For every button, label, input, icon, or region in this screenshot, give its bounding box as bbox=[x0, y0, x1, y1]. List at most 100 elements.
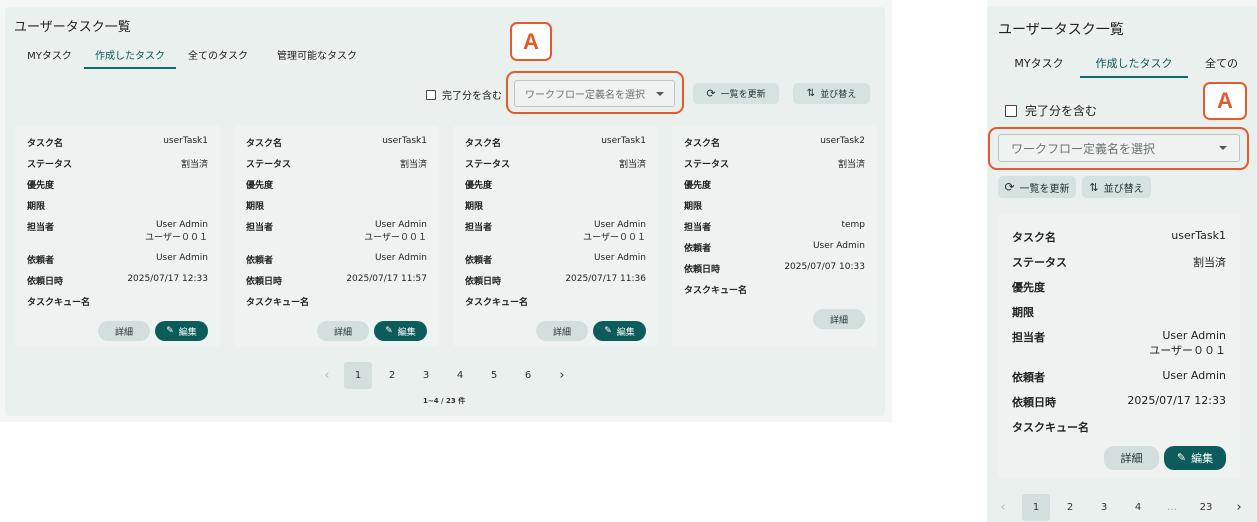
field-value: 割当済 bbox=[180, 160, 208, 170]
mobile-tab-all-tasks[interactable]: 全ての bbox=[1188, 55, 1257, 71]
field-row-requester: 依頼者 User Admin bbox=[1012, 369, 1226, 385]
field-value: User Admin ユーザー００１ bbox=[145, 220, 208, 243]
sort-button[interactable]: ⇅ 並び替え bbox=[793, 83, 870, 104]
field-row-requested-at: 依頼日時 2025/07/17 12:33 bbox=[1012, 394, 1226, 410]
field-value: 2025/07/17 12:33 bbox=[1127, 393, 1226, 407]
field-row-requested-at: 依頼日時 2025/07/17 11:36 bbox=[465, 274, 646, 287]
field-value: User Admin bbox=[593, 253, 646, 264]
mobile-refresh-list-button[interactable]: ⟳ 一覧を更新 bbox=[998, 176, 1076, 198]
mobile-prev-page-button[interactable]: ‹ bbox=[987, 494, 1019, 521]
task-card-body: タスク名 userTask1 ステータス 割当済 優先度 期限 担当者 User Admin ユ… bbox=[1012, 214, 1226, 478]
page-2[interactable]: 2 bbox=[375, 362, 409, 389]
mobile-page-2[interactable]: 2 bbox=[1053, 494, 1087, 521]
task-card-body: タスク名 userTask2 ステータス 割当済 優先度 期限 担当者 temp 依頼者 User… bbox=[684, 125, 865, 347]
tab-my-tasks[interactable]: MYタスク bbox=[15, 47, 84, 62]
desktop-view: ユーザータスク一覧 MYタスク 作成したタスク 全てのタスク 管理可能なタスク … bbox=[0, 0, 892, 422]
tab-manageable-tasks[interactable]: 管理可能なタスク bbox=[260, 47, 374, 62]
page-1[interactable]: 1 bbox=[344, 362, 372, 389]
edit-button[interactable]: ✎ 編集 bbox=[155, 321, 208, 342]
field-row-requester: 依頼者 User Admin bbox=[465, 253, 646, 266]
field-value: userTask1 bbox=[601, 136, 646, 146]
detail-button[interactable]: 詳細 bbox=[536, 321, 588, 342]
prev-page-button[interactable]: ‹ bbox=[313, 362, 341, 389]
field-value: 2025/07/07 10:33 bbox=[784, 262, 865, 272]
field-label: 期限 bbox=[465, 202, 484, 212]
field-label: タスクキュー名 bbox=[246, 298, 310, 309]
assignee-name: ユーザー００１ bbox=[1149, 344, 1226, 357]
refresh-icon: ⟳ bbox=[1004, 180, 1015, 194]
field-label: タスクキュー名 bbox=[27, 298, 91, 309]
field-value: User Admin bbox=[374, 253, 427, 264]
field-value: 割当済 bbox=[1193, 256, 1226, 269]
field-value: User Admin ユーザー００１ bbox=[364, 220, 427, 243]
pencil-icon: ✎ bbox=[1176, 451, 1187, 464]
detail-button[interactable]: 詳細 bbox=[317, 321, 369, 342]
edit-button[interactable]: ✎ 編集 bbox=[593, 321, 646, 342]
mobile-page-ellipsis: … bbox=[1167, 502, 1177, 513]
field-row-status: ステータス 割当済 bbox=[465, 157, 646, 170]
checkbox-icon[interactable] bbox=[1005, 104, 1017, 117]
field-label: タスク名 bbox=[246, 139, 283, 149]
field-label: 優先度 bbox=[27, 181, 55, 191]
field-label: ステータス bbox=[27, 160, 73, 170]
field-label: 依頼日時 bbox=[465, 277, 502, 288]
field-row-priority: 優先度 bbox=[684, 178, 865, 191]
field-label: 期限 bbox=[684, 202, 703, 212]
field-row-task-name: タスク名 userTask1 bbox=[465, 136, 646, 149]
detail-button[interactable]: 詳細 bbox=[813, 309, 865, 329]
tab-all-tasks[interactable]: 全てのタスク bbox=[176, 47, 260, 62]
page-title: ユーザータスク一覧 bbox=[14, 20, 131, 35]
field-value: User Admin ユーザー００１ bbox=[583, 220, 646, 243]
include-done-label: 完了分を含む bbox=[442, 91, 502, 102]
field-row-task-queue: タスクキュー名 bbox=[246, 295, 427, 308]
page-5[interactable]: 5 bbox=[477, 362, 511, 389]
edit-button[interactable]: ✎ 編集 bbox=[374, 321, 427, 342]
annotation-highlight-box bbox=[506, 71, 684, 114]
task-tabs: MYタスク 作成したタスク 全てのタスク 管理可能なタスク bbox=[15, 47, 374, 69]
page-4[interactable]: 4 bbox=[443, 362, 477, 389]
page-3[interactable]: 3 bbox=[409, 362, 443, 389]
field-value: User Admin bbox=[155, 253, 208, 264]
field-label: タスク名 bbox=[684, 139, 721, 149]
field-label: 担当者 bbox=[27, 223, 55, 233]
field-row-task-queue: タスクキュー名 bbox=[27, 295, 208, 308]
mobile-page-3[interactable]: 3 bbox=[1087, 494, 1121, 521]
task-card-body: タスク名 userTask1 ステータス 割当済 優先度 期限 担当者 User Admin ユ… bbox=[465, 125, 646, 347]
edit-button[interactable]: ✎ 編集 bbox=[1164, 445, 1226, 470]
assignee-name: ユーザー００１ bbox=[364, 233, 427, 243]
mobile-tab-my-tasks[interactable]: MYタスク bbox=[998, 55, 1080, 71]
field-label: 期限 bbox=[27, 202, 46, 212]
include-done-checkbox[interactable]: 完了分を含む bbox=[426, 87, 502, 102]
detail-button[interactable]: 詳細 bbox=[1104, 445, 1159, 470]
field-value: userTask1 bbox=[382, 136, 427, 146]
field-row-task-name: タスク名 userTask1 bbox=[1012, 229, 1226, 245]
field-value: 2025/07/17 11:36 bbox=[565, 274, 646, 285]
field-label: ステータス bbox=[684, 160, 730, 170]
field-row-assignee: 担当者 temp bbox=[684, 220, 865, 233]
detail-button[interactable]: 詳細 bbox=[98, 321, 150, 342]
mobile-next-page-button[interactable]: › bbox=[1223, 494, 1255, 521]
checkbox-icon[interactable] bbox=[426, 89, 436, 100]
field-row-due: 期限 bbox=[684, 199, 865, 212]
assignee-name: User Admin bbox=[1162, 329, 1226, 342]
field-label: 依頼者 bbox=[465, 256, 493, 267]
mobile-page-23[interactable]: 23 bbox=[1189, 494, 1223, 521]
field-label: 優先度 bbox=[684, 181, 712, 191]
field-row-requested-at: 依頼日時 2025/07/17 12:33 bbox=[27, 274, 208, 287]
field-row-due: 期限 bbox=[246, 199, 427, 212]
mobile-annotation-highlight-box bbox=[988, 127, 1249, 170]
sort-icon: ⇅ bbox=[806, 87, 816, 99]
field-value: userTask1 bbox=[163, 136, 208, 146]
field-label: 優先度 bbox=[1012, 281, 1045, 294]
assignee-name: User Admin bbox=[155, 220, 208, 230]
page-6[interactable]: 6 bbox=[511, 362, 545, 389]
tab-created-tasks[interactable]: 作成したタスク bbox=[84, 47, 176, 69]
field-label: 優先度 bbox=[465, 181, 493, 191]
mobile-tab-created-tasks[interactable]: 作成したタスク bbox=[1080, 55, 1188, 78]
next-page-button[interactable]: › bbox=[545, 362, 579, 389]
mobile-page-1[interactable]: 1 bbox=[1022, 494, 1050, 521]
refresh-list-button[interactable]: ⟳ 一覧を更新 bbox=[693, 83, 779, 104]
mobile-include-done-checkbox[interactable]: 完了分を含む bbox=[1005, 102, 1097, 119]
mobile-page-4[interactable]: 4 bbox=[1121, 494, 1155, 521]
mobile-sort-button[interactable]: ⇅ 並び替え bbox=[1082, 176, 1151, 198]
